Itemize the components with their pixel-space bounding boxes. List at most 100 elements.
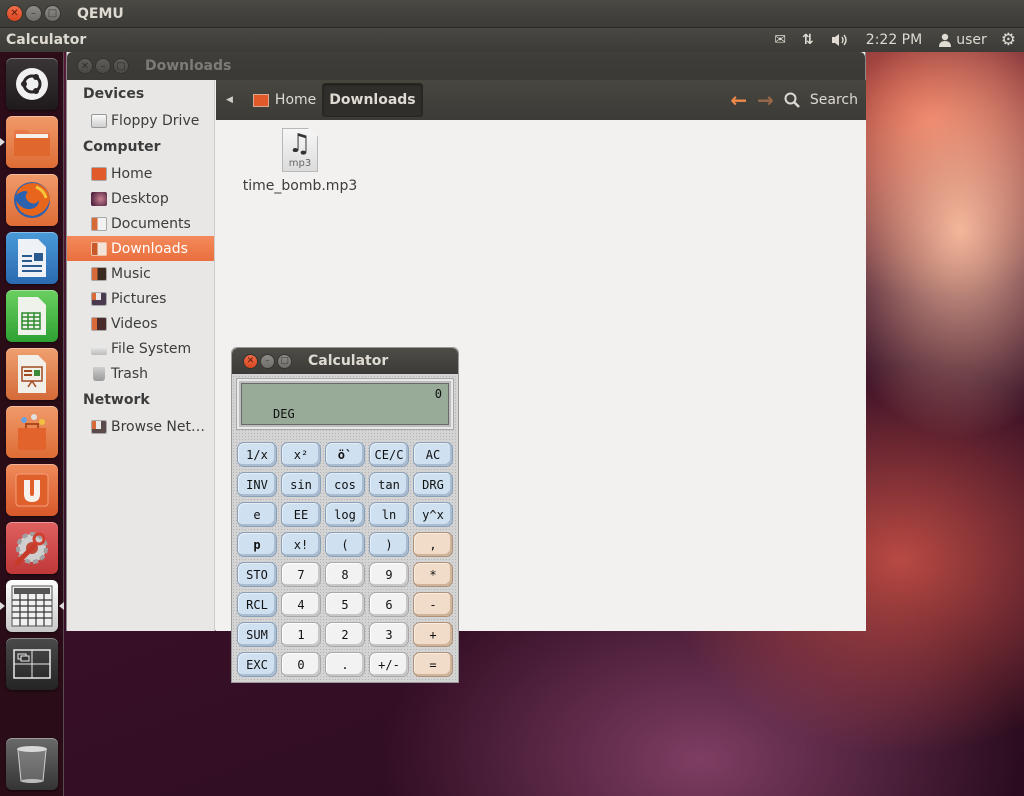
calc-key-log[interactable]: log <box>325 502 365 527</box>
calc-key-rcl[interactable]: RCL <box>237 592 277 617</box>
calc-key-2[interactable]: 2 <box>325 622 365 647</box>
launcher-firefox[interactable] <box>6 174 58 226</box>
launcher-libreoffice-impress[interactable] <box>6 348 58 400</box>
calc-key-3[interactable]: 3 <box>369 622 409 647</box>
sidebar-item-floppy-drive[interactable]: Floppy Drive <box>67 108 214 133</box>
qemu-maximize-button[interactable]: □ <box>44 5 61 22</box>
breadcrumb-home[interactable]: Home <box>247 83 322 117</box>
writer-document-icon <box>18 239 46 277</box>
calc-key-sym-18[interactable]: ) <box>369 532 409 557</box>
user-menu[interactable]: user <box>930 28 993 52</box>
sidebar-item-home[interactable]: Home <box>67 161 214 186</box>
qemu-close-button[interactable]: ✕ <box>6 5 23 22</box>
launcher-xcalc[interactable] <box>6 580 58 632</box>
calc-key-7[interactable]: 7 <box>281 562 321 587</box>
sidebar-item-browse-network[interactable]: Browse Net… <box>67 414 214 439</box>
calc-key-y-x[interactable]: y^x <box>413 502 453 527</box>
display-value: 0 <box>434 387 442 401</box>
calc-key-sym-34[interactable]: + <box>413 622 453 647</box>
calculator-titlebar[interactable]: ✕ – □ Calculator <box>232 348 458 374</box>
search-button[interactable]: Search <box>784 92 858 108</box>
file-manager-minimize-button[interactable]: – <box>95 58 111 74</box>
network-icon[interactable]: ⇅ <box>794 28 822 52</box>
firefox-icon <box>14 182 50 218</box>
calc-key-inv[interactable]: INV <box>237 472 277 497</box>
calc-key-5[interactable]: 5 <box>325 592 365 617</box>
calculator-display-frame: 0 DEG <box>236 378 454 430</box>
session-gear-icon[interactable]: ⚙ <box>993 28 1024 52</box>
qemu-minimize-button[interactable]: – <box>25 5 42 22</box>
volume-icon[interactable] <box>822 28 858 52</box>
sidebar-item-label: Floppy Drive <box>111 112 200 129</box>
calc-key-sym-37[interactable]: . <box>325 652 365 677</box>
calculator-maximize-button[interactable]: □ <box>277 353 292 369</box>
calc-key-p[interactable]: p <box>237 532 277 557</box>
calc-key-sym-2[interactable]: ö` <box>325 442 365 467</box>
calc-key-x[interactable]: x! <box>281 532 321 557</box>
launcher-libreoffice-calc[interactable] <box>6 290 58 342</box>
calc-key-sum[interactable]: SUM <box>237 622 277 647</box>
settings-wrench-gear-icon <box>14 532 48 566</box>
breadcrumb-downloads[interactable]: Downloads <box>322 83 423 117</box>
sidebar-item-trash[interactable]: Trash <box>67 361 214 386</box>
clock[interactable]: 2:22 PM <box>858 28 930 52</box>
calc-key-sin[interactable]: sin <box>281 472 321 497</box>
calc-key-0[interactable]: 0 <box>281 652 321 677</box>
mail-icon[interactable]: ✉ <box>766 28 794 52</box>
file-item-time-bomb-mp3[interactable]: ♫ mp3 time_bomb.mp3 <box>240 128 360 194</box>
calc-key-sym-38[interactable]: +/- <box>369 652 409 677</box>
angle-mode: DEG <box>273 407 295 421</box>
volume-icon-glyph <box>831 34 847 46</box>
launcher-files[interactable] <box>6 116 58 168</box>
launcher-trash[interactable] <box>6 738 58 790</box>
forward-arrow-icon[interactable]: → <box>757 88 774 112</box>
calc-key-sym-24[interactable]: * <box>413 562 453 587</box>
launcher-workspace-switcher[interactable] <box>6 638 58 690</box>
calc-key-sym-17[interactable]: ( <box>325 532 365 557</box>
workspace-switcher-icon <box>13 649 51 679</box>
calc-key-1-x[interactable]: 1/x <box>237 442 277 467</box>
calc-key-ee[interactable]: EE <box>281 502 321 527</box>
calc-key-6[interactable]: 6 <box>369 592 409 617</box>
launcher-system-settings[interactable] <box>6 522 58 574</box>
calc-key-e[interactable]: e <box>237 502 277 527</box>
calc-key-9[interactable]: 9 <box>369 562 409 587</box>
sidebar-item-label: Music <box>111 265 151 282</box>
calculator-close-button[interactable]: ✕ <box>243 353 258 369</box>
calc-key-ce-c[interactable]: CE/C <box>369 442 409 467</box>
calc-key-drg[interactable]: DRG <box>413 472 453 497</box>
sidebar-item-documents[interactable]: Documents <box>67 211 214 236</box>
sidebar-item-videos[interactable]: Videos <box>67 311 214 336</box>
file-manager-titlebar[interactable]: ✕ – □ Downloads <box>67 52 865 80</box>
file-type-label: mp3 <box>288 158 312 169</box>
calc-key-ln[interactable]: ln <box>369 502 409 527</box>
launcher-software-center[interactable] <box>6 406 58 458</box>
calc-key-sym-39[interactable]: = <box>413 652 453 677</box>
file-manager-close-button[interactable]: ✕ <box>77 58 93 74</box>
calc-key-exc[interactable]: EXC <box>237 652 277 677</box>
back-arrow-icon[interactable]: ← <box>730 88 747 112</box>
sidebar-item-file-system[interactable]: File System <box>67 336 214 361</box>
calculator-minimize-button[interactable]: – <box>260 353 275 369</box>
calc-key-1[interactable]: 1 <box>281 622 321 647</box>
calc-key-sym-19[interactable]: , <box>413 532 453 557</box>
calc-key-4[interactable]: 4 <box>281 592 321 617</box>
calc-key-8[interactable]: 8 <box>325 562 365 587</box>
calc-key-sym-29[interactable]: - <box>413 592 453 617</box>
calc-key-ac[interactable]: AC <box>413 442 453 467</box>
calc-key-x[interactable]: x² <box>281 442 321 467</box>
calc-key-cos[interactable]: cos <box>325 472 365 497</box>
sidebar-item-pictures[interactable]: Pictures <box>67 286 214 311</box>
focused-indicator <box>59 602 64 610</box>
launcher-libreoffice-writer[interactable] <box>6 232 58 284</box>
calc-key-sto[interactable]: STO <box>237 562 277 587</box>
sidebar-item-desktop[interactable]: Desktop <box>67 186 214 211</box>
file-manager-maximize-button[interactable]: □ <box>113 58 129 74</box>
calc-key-tan[interactable]: tan <box>369 472 409 497</box>
launcher-dash-home[interactable] <box>6 58 58 110</box>
network-folder-icon <box>91 419 107 434</box>
sidebar-item-downloads[interactable]: Downloads <box>67 236 214 261</box>
sidebar-item-music[interactable]: Music <box>67 261 214 286</box>
launcher-ubuntu-one[interactable] <box>6 464 58 516</box>
breadcrumb-scroll-left-icon[interactable]: ◀ <box>226 95 233 105</box>
